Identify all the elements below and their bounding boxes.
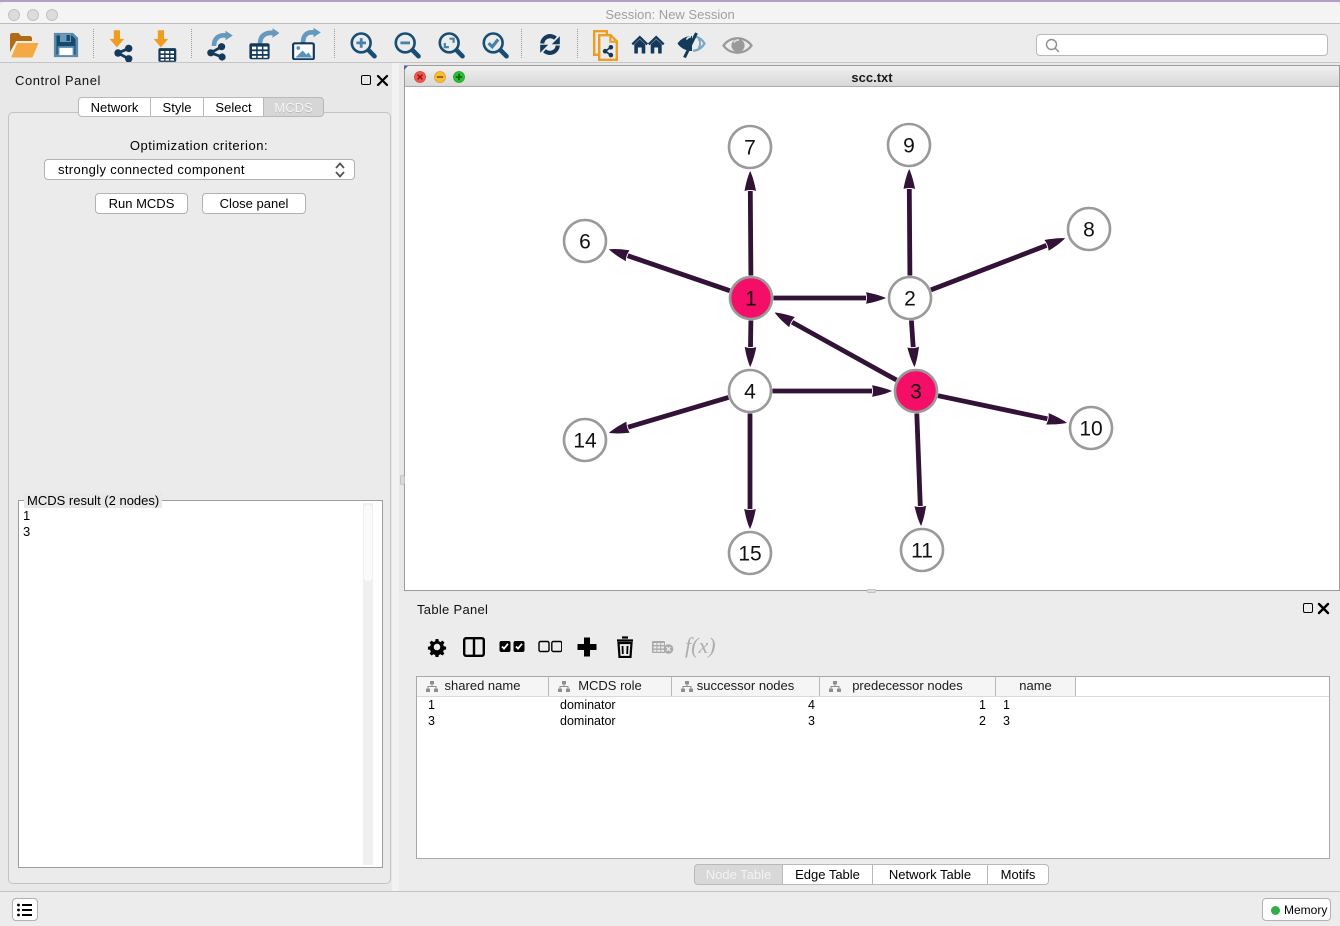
svg-text:15: 15 — [738, 543, 761, 566]
svg-text:6: 6 — [579, 231, 591, 254]
svg-text:1: 1 — [745, 288, 757, 311]
svg-text:14: 14 — [573, 430, 597, 453]
svg-text:3: 3 — [910, 381, 922, 404]
svg-text:9: 9 — [903, 135, 915, 158]
svg-text:8: 8 — [1083, 219, 1095, 242]
svg-text:11: 11 — [911, 540, 933, 563]
svg-text:2: 2 — [904, 288, 916, 311]
svg-text:4: 4 — [744, 381, 756, 404]
svg-text:7: 7 — [744, 137, 756, 160]
svg-text:10: 10 — [1079, 418, 1102, 441]
